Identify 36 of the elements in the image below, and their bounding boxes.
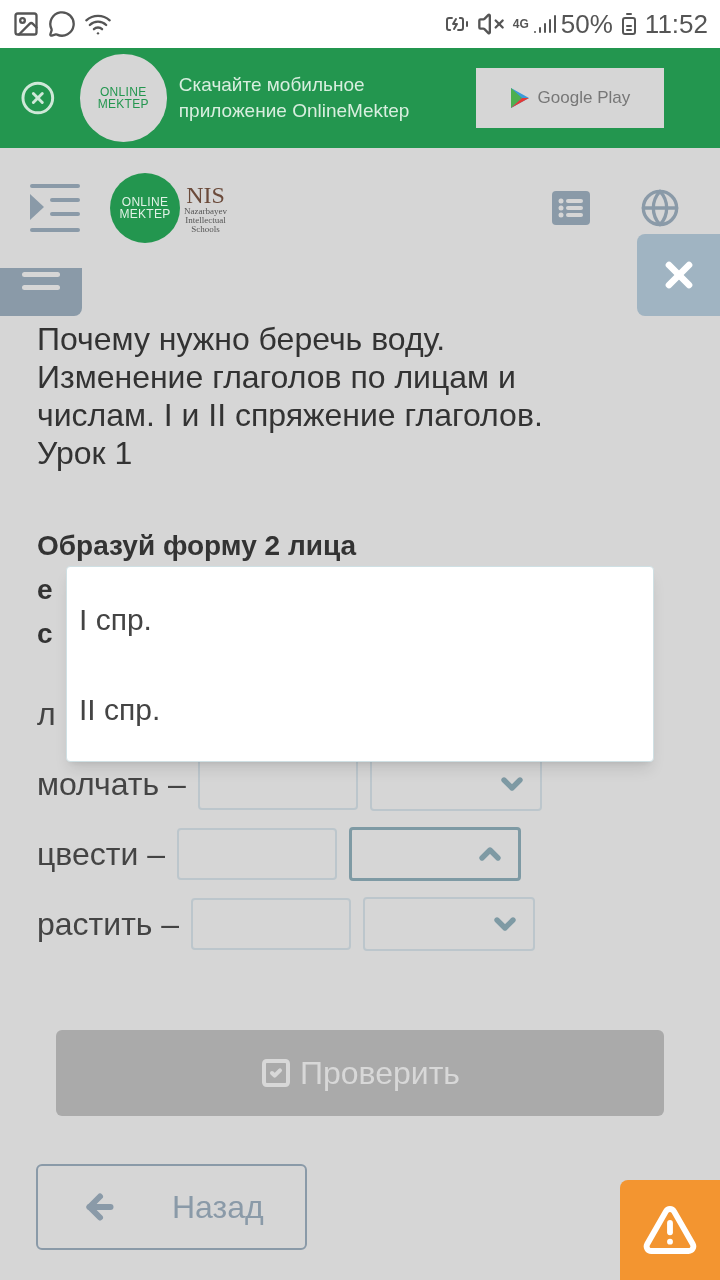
image-icon (12, 10, 40, 38)
close-panel-button[interactable] (637, 234, 720, 316)
instruction-text: с (37, 617, 53, 651)
signal-icon (532, 12, 557, 36)
nis-logo: NIS Nazarbayev Intellectual Schools (184, 182, 227, 234)
verb-label: л (37, 695, 56, 734)
list-icon[interactable] (552, 191, 590, 225)
menu-icon (22, 272, 60, 290)
indent-menu-icon[interactable] (30, 184, 80, 232)
answer-field[interactable] (191, 898, 352, 950)
chat-icon (48, 10, 76, 38)
verb-label: молчать – (37, 765, 186, 804)
globe-icon[interactable] (640, 188, 680, 228)
conjugation-select[interactable] (363, 897, 536, 951)
battery-percent: 50% (560, 7, 613, 41)
store-button[interactable]: Google Play (475, 68, 664, 128)
lesson-title: Почему нужно беречь воду. Изменение глаголов по лицам и числам. I и II спряжение глаголов. Урок 1 (37, 320, 544, 472)
play-store-icon (509, 87, 530, 109)
menu-button[interactable] (0, 268, 82, 316)
checkbox-icon (260, 1057, 292, 1089)
dropdown-option[interactable]: I спр. (67, 574, 653, 664)
banner-text: Скачайте мобильное приложение OnlineMektep (178, 73, 411, 123)
clock: 11:52 (644, 7, 708, 41)
app-logo: ONLINE MEKTEP (79, 54, 167, 142)
verb-label: растить – (37, 905, 180, 944)
instruction-text: Образуй форму 2 лица (37, 529, 357, 563)
answer-field[interactable] (177, 828, 337, 880)
conjugation-select[interactable] (349, 827, 521, 881)
dropdown-option[interactable]: II спр. (67, 664, 653, 754)
mektep-logo: ONLINE MEKTEP (110, 173, 180, 243)
close-icon[interactable] (20, 80, 56, 116)
back-button[interactable]: Назад (36, 1164, 307, 1250)
network-type: 4G (512, 16, 529, 33)
verb-label: цвести – (37, 835, 165, 874)
instruction-text: е (37, 573, 53, 607)
report-button[interactable] (620, 1180, 720, 1280)
